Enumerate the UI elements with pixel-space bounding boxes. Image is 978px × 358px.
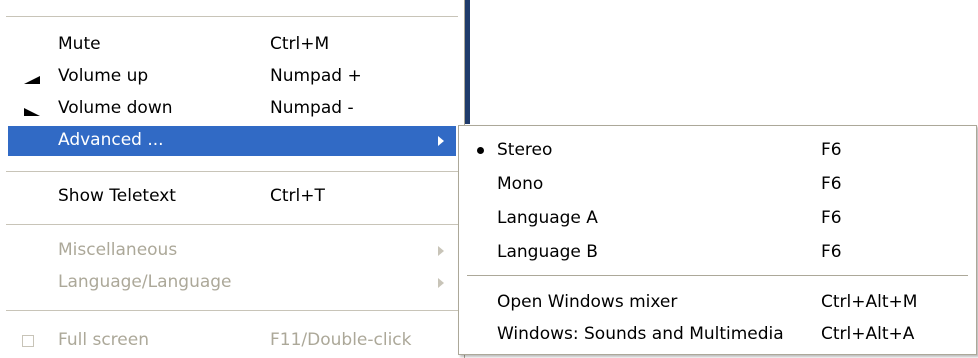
submenu-item-label: Mono xyxy=(497,174,544,194)
submenu-item-language-a[interactable]: Language A F6 xyxy=(459,200,976,232)
volume-up-icon xyxy=(24,76,40,84)
submenu-item-shortcut: F6 xyxy=(821,208,842,228)
submenu-item-shortcut: F6 xyxy=(821,174,842,194)
submenu-item-label: Stereo xyxy=(497,140,553,160)
submenu-arrow-icon xyxy=(438,136,444,146)
submenu-separator xyxy=(467,275,968,276)
menu-separator xyxy=(6,171,458,172)
menu-item-shortcut: Ctrl+M xyxy=(270,34,330,54)
menu-item-label: Language/Language xyxy=(58,272,232,292)
submenu-item-open-windows-mixer[interactable]: Open Windows mixer Ctrl+Alt+M xyxy=(459,284,976,316)
volume-down-icon xyxy=(24,108,40,116)
menu-item-full-screen[interactable]: Full screen F11/Double-click xyxy=(8,326,456,356)
menu-item-label: Volume down xyxy=(58,98,173,118)
main-context-menu: Mute Ctrl+M Volume up Numpad + Volume do… xyxy=(0,0,465,358)
menu-item-mute[interactable]: Mute Ctrl+M xyxy=(8,30,456,60)
submenu-item-label: Language A xyxy=(497,208,598,228)
menu-item-shortcut: Numpad + xyxy=(270,66,362,86)
menu-item-shortcut: Ctrl+T xyxy=(270,186,325,206)
advanced-submenu: Stereo F6 Mono F6 Language A F6 Language… xyxy=(458,125,977,355)
menu-item-shortcut: F11/Double-click xyxy=(270,330,412,350)
submenu-item-shortcut: Ctrl+Alt+A xyxy=(821,324,915,344)
submenu-item-shortcut: F6 xyxy=(821,242,842,262)
submenu-arrow-icon xyxy=(438,246,444,256)
submenu-item-stereo[interactable]: Stereo F6 xyxy=(459,132,976,164)
submenu-item-language-b[interactable]: Language B F6 xyxy=(459,234,976,266)
window-edge-bar xyxy=(465,0,470,124)
submenu-item-shortcut: Ctrl+Alt+M xyxy=(821,292,918,312)
menu-separator xyxy=(6,224,458,225)
menu-item-advanced[interactable]: Advanced ... xyxy=(8,126,456,156)
menu-item-label: Show Teletext xyxy=(58,186,176,206)
menu-item-label: Miscellaneous xyxy=(58,240,178,260)
menu-item-show-teletext[interactable]: Show Teletext Ctrl+T xyxy=(8,182,456,212)
menu-top-divider xyxy=(6,16,458,17)
checkbox-icon xyxy=(22,335,34,347)
menu-separator xyxy=(6,310,458,311)
submenu-item-label: Open Windows mixer xyxy=(497,292,678,312)
submenu-item-mono[interactable]: Mono F6 xyxy=(459,166,976,198)
menu-item-label: Volume up xyxy=(58,66,149,86)
menu-item-label: Full screen xyxy=(58,330,149,350)
menu-item-label: Mute xyxy=(58,34,101,54)
menu-item-language[interactable]: Language/Language xyxy=(8,268,456,298)
menu-item-volume-down[interactable]: Volume down Numpad - xyxy=(8,94,456,124)
submenu-item-label: Language B xyxy=(497,242,598,262)
menu-item-shortcut: Numpad - xyxy=(270,98,354,118)
submenu-item-label: Windows: Sounds and Multimedia xyxy=(497,324,784,344)
submenu-item-shortcut: F6 xyxy=(821,140,842,160)
context-menu-stage: Mute Ctrl+M Volume up Numpad + Volume do… xyxy=(0,0,978,358)
menu-item-label: Advanced ... xyxy=(58,130,164,150)
menu-item-volume-up[interactable]: Volume up Numpad + xyxy=(8,62,456,92)
menu-item-miscellaneous[interactable]: Miscellaneous xyxy=(8,236,456,266)
radio-selected-icon xyxy=(477,147,484,154)
submenu-arrow-icon xyxy=(438,278,444,288)
submenu-item-sounds-multimedia[interactable]: Windows: Sounds and Multimedia Ctrl+Alt+… xyxy=(459,316,976,348)
